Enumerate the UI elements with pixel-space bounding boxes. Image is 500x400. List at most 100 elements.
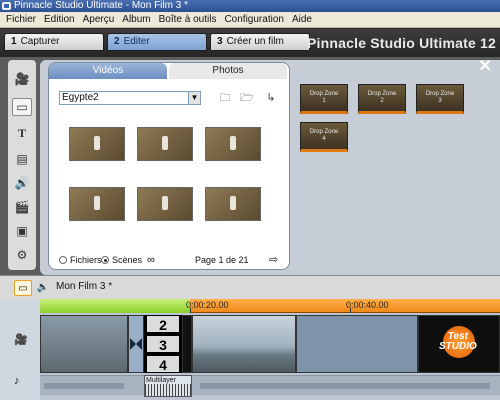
title-bar: Pinnacle Studio Ultimate - Mon Film 3 * bbox=[0, 0, 500, 12]
audio-clip[interactable]: Multilayer bbox=[144, 375, 192, 397]
ruler-label: 0:00:20.00 bbox=[186, 300, 229, 310]
scene-thumbnail[interactable] bbox=[205, 127, 261, 161]
scene-thumbnail[interactable] bbox=[137, 127, 193, 161]
title-icon[interactable]: T bbox=[12, 124, 32, 142]
drop-zone-number: 4 bbox=[322, 136, 326, 142]
countdown-clip[interactable]: 2 3 4 bbox=[144, 315, 182, 373]
video-track-icon[interactable]: 🎥 bbox=[14, 333, 28, 346]
transition-icon bbox=[136, 338, 142, 350]
scene-thumbnail[interactable] bbox=[69, 187, 125, 221]
plug-icon[interactable]: ⚙ bbox=[12, 246, 32, 264]
radio-scenes[interactable] bbox=[101, 256, 109, 264]
menu-configuration[interactable]: Configuration bbox=[220, 13, 287, 27]
countdown-number: 3 bbox=[146, 335, 180, 353]
ruler-tick bbox=[350, 308, 351, 313]
menu-boite-a-outils[interactable]: Boîte à outils bbox=[155, 13, 221, 27]
window-title: Pinnacle Studio Ultimate - Mon Film 3 * bbox=[14, 0, 188, 11]
glasses-icon[interactable]: ∞ bbox=[147, 253, 155, 267]
drop-zone-number: 1 bbox=[322, 98, 326, 104]
speaker-icon[interactable]: 🔊 bbox=[12, 174, 32, 192]
waveform bbox=[145, 384, 191, 396]
return-arrow-icon[interactable]: ↳ bbox=[263, 91, 279, 105]
drop-zone-label: Drop Zone bbox=[309, 129, 339, 135]
radio-fichiers-label: Fichiers bbox=[70, 255, 102, 265]
title-clip[interactable]: Test STUDIO bbox=[418, 315, 500, 373]
ruler-selection bbox=[40, 299, 190, 313]
countdown-number: 2 bbox=[146, 315, 180, 333]
logo-line2: STUDIO bbox=[439, 341, 477, 352]
tab-photos[interactable]: Photos bbox=[169, 63, 287, 79]
album-page: Vidéos Photos Egypte2 ▼ 🗀 🗁 ↳ Fichiers S… bbox=[48, 62, 290, 270]
step-number: 3 bbox=[217, 36, 223, 47]
storyboard-icon[interactable]: ▭ bbox=[14, 280, 32, 296]
drop-zone-label: Drop Zone bbox=[367, 91, 397, 97]
scene-thumbnail[interactable] bbox=[205, 187, 261, 221]
step-label: Editer bbox=[123, 36, 150, 47]
drop-zone-2[interactable]: Drop Zone 2 bbox=[358, 84, 406, 114]
audio-level-bar bbox=[44, 383, 124, 389]
logo-text: Test STUDIO bbox=[439, 332, 477, 352]
next-page-icon[interactable]: ⇨ bbox=[269, 253, 278, 267]
empty-clip[interactable] bbox=[296, 315, 418, 373]
timeline-header: ▭ 🔈 Mon Film 3 * bbox=[0, 275, 500, 299]
ruler-tick bbox=[190, 308, 191, 313]
video-clip[interactable] bbox=[40, 315, 128, 373]
track-headers: 🎥 ♪ bbox=[0, 299, 40, 400]
drop-zone-number: 2 bbox=[380, 98, 384, 104]
menu-album[interactable]: Album bbox=[118, 13, 154, 27]
tab-capturer[interactable]: 1 Capturer bbox=[4, 33, 104, 51]
album-header: Egypte2 ▼ 🗀 🗁 ↳ bbox=[59, 91, 281, 107]
drop-zone-4[interactable]: Drop Zone 4 bbox=[300, 122, 348, 152]
ruler-label: 0:00:40.00 bbox=[346, 300, 389, 310]
album-footer: Fichiers Scènes ∞ Page 1 de 21 ⇨ bbox=[59, 253, 287, 267]
step-number: 2 bbox=[114, 36, 120, 47]
radio-scenes-label: Scènes bbox=[112, 255, 143, 265]
audio-track-icon[interactable]: ♪ bbox=[14, 375, 20, 387]
step-label: Capturer bbox=[20, 36, 60, 47]
video-clip[interactable] bbox=[192, 315, 296, 373]
disc-menu-icon[interactable]: ▤ bbox=[12, 150, 32, 168]
step-tabs: 1 Capturer 2 Editer 3 Créer un film Pinnacl… bbox=[0, 29, 500, 57]
drop-zone-label: Drop Zone bbox=[309, 91, 339, 97]
drop-zone-label: Drop Zone bbox=[425, 91, 455, 97]
album-select[interactable]: Egypte2 ▼ bbox=[59, 91, 201, 105]
step-label: Créer un film bbox=[226, 36, 284, 47]
tab-creer-un-film[interactable]: 3 Créer un film bbox=[210, 33, 310, 51]
video-clip[interactable] bbox=[182, 315, 192, 373]
video-camera-icon[interactable]: 🎥 bbox=[12, 70, 32, 88]
timeline: 🎥 ♪ 0:00:20.00 0:00:40.00 2 3 4 Test STU… bbox=[0, 299, 500, 400]
time-ruler[interactable]: 0:00:20.00 0:00:40.00 bbox=[40, 299, 500, 313]
folder-up-icon[interactable]: 🗀 bbox=[217, 91, 233, 105]
tab-editer[interactable]: 2 Editer bbox=[107, 33, 207, 51]
album-panel: ✕ Vidéos Photos Egypte2 ▼ 🗀 🗁 ↳ Fichiers… bbox=[40, 59, 500, 275]
radio-fichiers[interactable] bbox=[59, 256, 67, 264]
close-icon[interactable]: ✕ bbox=[478, 59, 492, 75]
audio-level-bar bbox=[200, 383, 490, 389]
drop-zone-number: 3 bbox=[438, 98, 442, 104]
music-icon[interactable]: 🎬 bbox=[12, 198, 32, 216]
scene-thumbnail[interactable] bbox=[69, 127, 125, 161]
folder-icon[interactable]: 🗁 bbox=[239, 91, 255, 105]
countdown-number: 4 bbox=[146, 355, 180, 373]
audio-clip-label: Multilayer bbox=[146, 377, 176, 384]
drop-zone-3[interactable]: Drop Zone 3 bbox=[416, 84, 464, 114]
menu-edition[interactable]: Edition bbox=[40, 13, 79, 27]
menu-bar: Fichier Edition Aperçu Album Boîte à out… bbox=[0, 12, 500, 28]
album-toolbar: 🎥 ▭ T ▤ 🔊 🎬 ▣ ⚙ bbox=[8, 60, 36, 270]
stop-frame-icon[interactable]: ▣ bbox=[12, 222, 32, 240]
menu-aide[interactable]: Aide bbox=[288, 13, 316, 27]
tab-videos[interactable]: Vidéos bbox=[49, 63, 167, 79]
menu-apercu[interactable]: Aperçu bbox=[79, 13, 119, 27]
transition-clip[interactable] bbox=[128, 315, 144, 373]
menu-fichier[interactable]: Fichier bbox=[2, 13, 40, 27]
drop-zone-1[interactable]: Drop Zone 1 bbox=[300, 84, 348, 114]
speaker-icon[interactable]: 🔈 bbox=[34, 280, 52, 296]
scene-thumbnail[interactable] bbox=[137, 187, 193, 221]
photo-album-icon[interactable]: ▭ bbox=[12, 98, 32, 116]
chevron-down-icon: ▼ bbox=[188, 92, 200, 104]
brand-logo: Pinnacle Studio Ultimate 12 bbox=[307, 35, 496, 51]
page-indicator: Page 1 de 21 bbox=[195, 255, 249, 265]
step-number: 1 bbox=[11, 36, 17, 47]
app-icon bbox=[2, 2, 11, 10]
album-tabs: Vidéos Photos bbox=[49, 63, 289, 79]
